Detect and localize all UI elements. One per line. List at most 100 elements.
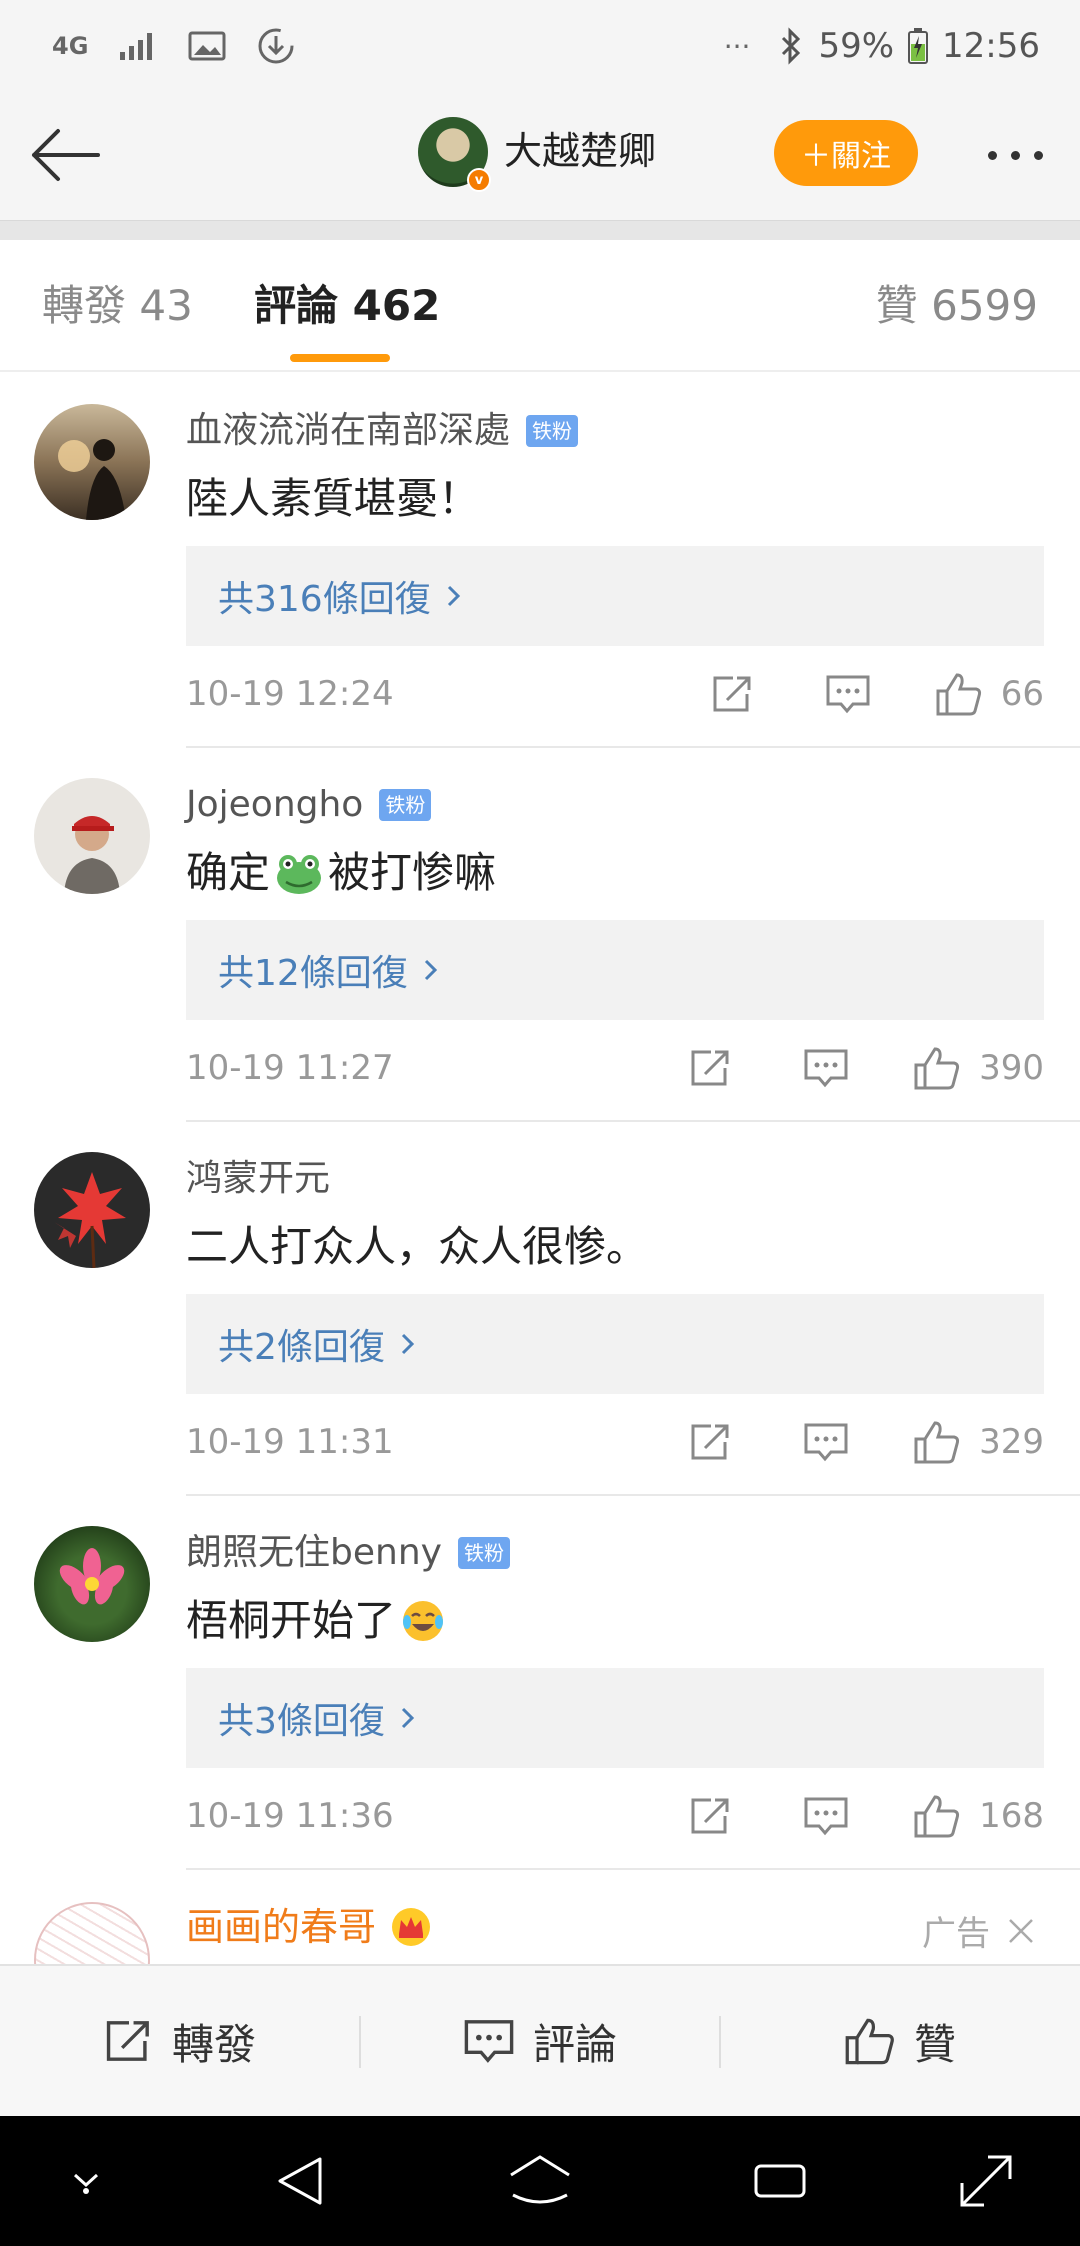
nav-expand-button[interactable]: [946, 2146, 1026, 2216]
ad-tag-text: 广告: [922, 1914, 990, 1954]
commenter-avatar[interactable]: [34, 1152, 150, 1268]
expand-icon: [960, 2155, 1012, 2207]
share-icon: [691, 1798, 729, 1834]
share-icon: [713, 676, 751, 712]
commenter-name[interactable]: 朗照无住benny 铁粉: [186, 1530, 510, 1576]
comment-text[interactable]: 确定 被打惨嘛: [186, 844, 496, 902]
like-button[interactable]: 66: [935, 671, 1044, 717]
commenter-name[interactable]: 血液流淌在南部深處 铁粉: [186, 408, 579, 454]
system-navigation-bar: [0, 2116, 1080, 2246]
comment-text-content: 被打惨嘛: [328, 848, 497, 897]
thumbs-up-icon: [914, 1421, 960, 1464]
commenter-avatar[interactable]: [34, 778, 150, 894]
replies-link[interactable]: 共2條回復: [186, 1294, 1044, 1394]
chevron-down-icon: [73, 2173, 99, 2194]
comment-button[interactable]: 評論: [360, 1966, 720, 2116]
more-options-button[interactable]: [970, 130, 1060, 180]
tab-likes[interactable]: 贊 6599: [876, 278, 1038, 334]
overflow-notifications-icon: ···: [723, 29, 751, 63]
back-arrow-icon: [32, 129, 100, 181]
comment-icon: [804, 1423, 848, 1462]
share-button[interactable]: [689, 1048, 733, 1088]
tab-reposts[interactable]: 轉發 43: [42, 278, 193, 334]
tab-comments[interactable]: 評論 462: [254, 278, 440, 334]
crown-icon: [390, 1907, 432, 1947]
repost-label: 轉發: [171, 2019, 256, 2069]
commenter-name[interactable]: Jojeongho 铁粉: [186, 782, 432, 828]
bottom-action-bar: 轉發 評論 贊: [0, 1964, 1080, 2116]
close-icon[interactable]: [1006, 1916, 1036, 1946]
comment-actions: 329: [689, 1416, 1044, 1468]
follow-label: ＋關注: [801, 139, 891, 174]
commenter-name[interactable]: 鸿蒙开元: [186, 1156, 330, 1202]
chevron-right-icon: [401, 1333, 415, 1355]
clock: 12:56: [942, 26, 1040, 66]
fan-badge: 铁粉: [457, 1537, 510, 1569]
hide-nav-button[interactable]: [46, 2146, 126, 2216]
author-name[interactable]: 大越楚卿: [504, 126, 656, 176]
comment-actions: 66: [711, 668, 1044, 720]
replies-link[interactable]: 共316條回復: [186, 546, 1044, 646]
tab-row: 轉發 43 評論 462 贊 6599: [0, 240, 1080, 372]
replies-link[interactable]: 共3條回復: [186, 1668, 1044, 1768]
signal-icon: [118, 30, 158, 62]
like-count: 390: [979, 1048, 1044, 1088]
reply-button[interactable]: [825, 674, 871, 714]
comment-icon: [804, 1049, 848, 1088]
chevron-right-icon: [424, 959, 437, 981]
thumbs-up-icon: [936, 673, 981, 716]
comment-item: 血液流淌在南部深處 铁粉 陸人素質堪憂！ 共316條回復 10-19 12:24…: [0, 374, 1080, 748]
divider: [186, 1868, 1080, 1870]
commenter-name-text: 血液流淌在南部深處: [186, 410, 511, 451]
share-button[interactable]: [689, 1796, 733, 1836]
more-dot-icon: [1010, 150, 1020, 160]
fan-badge: 铁粉: [526, 415, 579, 447]
like-count: 329: [979, 1422, 1044, 1462]
repost-button[interactable]: 轉發: [0, 1966, 360, 2116]
nav-back-button[interactable]: [260, 2146, 340, 2216]
battery-icon: [908, 28, 929, 64]
commenter-avatar[interactable]: [34, 404, 150, 520]
reply-button[interactable]: [803, 1422, 849, 1462]
share-button[interactable]: [689, 1422, 733, 1462]
share-icon: [691, 1050, 729, 1086]
follow-button[interactable]: ＋關注: [774, 120, 918, 186]
download-icon: [256, 26, 296, 66]
comment-icon: [804, 1797, 848, 1836]
comment-icon: [826, 675, 870, 714]
replies-link[interactable]: 共12條回復: [186, 920, 1044, 1020]
comment-text[interactable]: 二人打众人，众人很惨。: [186, 1218, 648, 1276]
comment-label: 評論: [532, 2019, 617, 2069]
laughing-tears-emoji-icon: [403, 1601, 444, 1641]
advertiser-name[interactable]: 画画的春哥: [186, 1902, 432, 1952]
thumbs-up-icon: [914, 1795, 960, 1838]
commenter-avatar[interactable]: [34, 1526, 150, 1642]
like-button[interactable]: 168: [913, 1793, 1044, 1839]
like-post-button[interactable]: 贊: [720, 1966, 1080, 2116]
share-icon: [106, 2021, 149, 2061]
more-dot-icon: [1033, 150, 1043, 160]
comment-text-content: 二人打众人，众人很惨。: [186, 1222, 649, 1271]
like-label: 贊: [913, 2019, 956, 2069]
reply-button[interactable]: [803, 1796, 849, 1836]
active-tab-indicator: [290, 354, 390, 362]
verified-badge-icon: v: [467, 168, 491, 192]
comment-text[interactable]: 梧桐开始了: [186, 1592, 446, 1650]
nav-bar: v 大越楚卿 ＋關注: [0, 90, 1080, 220]
nav-recents-button[interactable]: [740, 2146, 820, 2216]
like-button[interactable]: 329: [913, 1419, 1044, 1465]
like-count: 168: [979, 1796, 1044, 1836]
advertiser-avatar[interactable]: [34, 1902, 150, 1964]
like-count: 66: [1000, 674, 1044, 714]
chevron-right-icon: [401, 1707, 415, 1729]
advertiser-name-text: 画画的春哥: [186, 1905, 377, 1949]
comment-actions: 168: [689, 1790, 1044, 1842]
comment-text[interactable]: 陸人素質堪憂！: [186, 470, 480, 528]
reply-button[interactable]: [803, 1048, 849, 1088]
like-button[interactable]: 390: [913, 1045, 1044, 1091]
nav-home-button[interactable]: [500, 2146, 580, 2216]
recents-icon: [754, 2164, 806, 2198]
bluetooth-icon: [778, 26, 804, 66]
back-button[interactable]: [24, 120, 104, 190]
share-button[interactable]: [711, 674, 755, 714]
